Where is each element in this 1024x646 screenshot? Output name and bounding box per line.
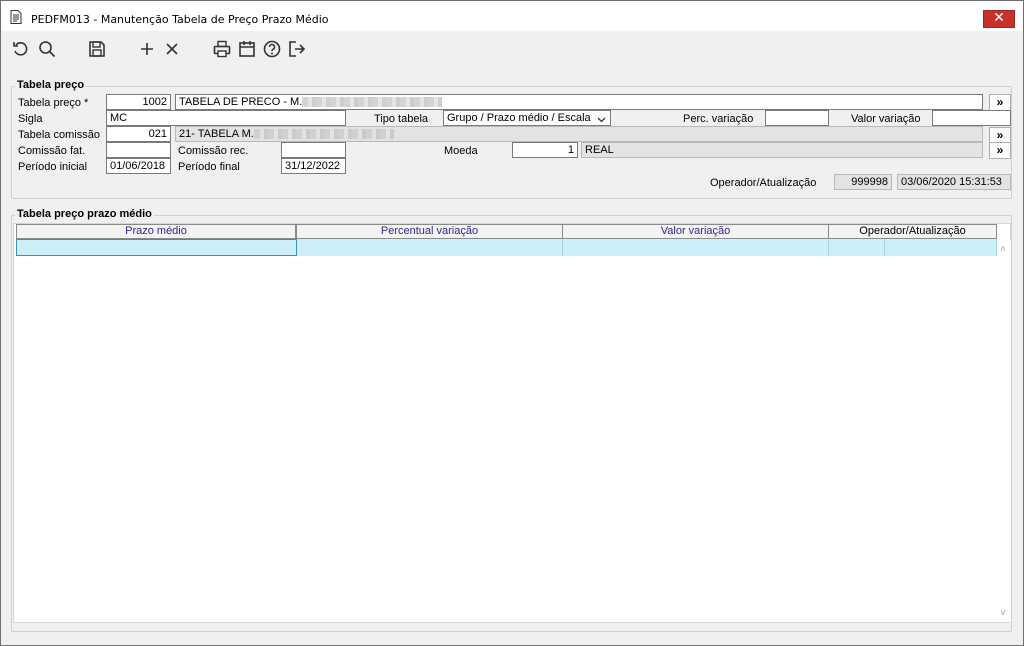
redacted-mark <box>302 97 443 108</box>
grid-scrollbar[interactable]: ˄ ˅ <box>997 240 1011 622</box>
toolbar <box>1 31 1023 65</box>
search-icon[interactable] <box>37 39 57 59</box>
periodo-final-label: Período final <box>178 161 240 173</box>
app-window: PEDFM013 - Manutenção Tabela de Preço Pr… <box>0 0 1024 646</box>
periodo-final-input[interactable]: 31/12/2022 <box>281 158 346 174</box>
tipo-tabela-select[interactable]: Grupo / Prazo médio / Escala <box>443 110 611 126</box>
scroll-down-arrow[interactable]: ˅ <box>1000 608 1006 619</box>
refresh-icon[interactable] <box>11 39 31 59</box>
column-header-percentual-variacao[interactable]: Percentual variação <box>296 224 563 239</box>
moeda-desc-field: REAL <box>581 142 983 158</box>
scroll-up-arrow[interactable]: ˄ <box>1000 244 1006 255</box>
operador-label: Operador/Atualização <box>710 177 817 189</box>
help-icon[interactable] <box>262 39 282 59</box>
comissao-fat-input[interactable] <box>106 142 171 158</box>
sigla-label: Sigla <box>18 113 43 125</box>
comissao-fat-label: Comissão fat. <box>18 145 86 157</box>
tabela-preco-label: Tabela preço * <box>18 97 89 109</box>
grid-cell-valor-variacao[interactable] <box>563 239 829 256</box>
tabela-comissao-desc-field: 21- TABELA M. <box>175 126 983 142</box>
plus-icon[interactable] <box>137 39 157 59</box>
valor-variacao-input[interactable] <box>932 110 1011 126</box>
chevron-down-icon <box>597 114 606 125</box>
calendar-icon[interactable] <box>237 39 257 59</box>
tabela-comissao-code-input[interactable]: 021 <box>106 126 171 142</box>
column-header-prazo-medio[interactable]: Prazo médio <box>16 224 296 239</box>
tabela-preco-desc-field[interactable]: TABELA DE PRECO - M. <box>175 94 983 110</box>
close-icon[interactable] <box>162 39 182 59</box>
moeda-lookup-button[interactable]: » <box>989 142 1011 159</box>
grid-cell-prazo-medio[interactable] <box>16 239 297 256</box>
comissao-rec-input[interactable] <box>281 142 346 158</box>
title-bar: PEDFM013 - Manutenção Tabela de Preço Pr… <box>1 1 1023 31</box>
document-icon <box>10 10 22 24</box>
tabela-preco-desc-text: TABELA DE PRECO - M. <box>179 96 303 108</box>
grid-cell-atualizacao[interactable] <box>885 239 997 256</box>
atualizacao-field: 03/06/2020 15:31:53 <box>897 174 1011 190</box>
moeda-code-input[interactable]: 1 <box>512 142 578 158</box>
tabela-preco-code-input[interactable]: 1002 <box>106 94 171 110</box>
perc-variacao-input[interactable] <box>765 110 829 126</box>
price-table-legend: Tabela preço <box>15 79 87 91</box>
tabela-comissao-label: Tabela comissão <box>18 129 100 141</box>
grid-cell-operador[interactable] <box>829 239 885 256</box>
tabela-comissao-desc-text: 21- TABELA M. <box>179 128 254 140</box>
operador-field: 999998 <box>834 174 892 190</box>
print-icon[interactable] <box>212 39 232 59</box>
sigla-input[interactable]: MC <box>106 110 346 126</box>
prazo-table-legend: Tabela preço prazo médio <box>15 208 154 220</box>
tabela-preco-lookup-button[interactable]: » <box>989 94 1011 111</box>
valor-variacao-label: Valor variação <box>851 113 921 125</box>
periodo-inicial-input[interactable]: 01/06/2018 <box>106 158 171 174</box>
prazo-grid: Prazo médio Percentual variação Valor va… <box>13 223 1011 623</box>
window-title: PEDFM013 - Manutenção Tabela de Preço Pr… <box>31 13 329 26</box>
tipo-tabela-value: Grupo / Prazo médio / Escala <box>447 112 591 124</box>
save-icon[interactable] <box>87 39 107 59</box>
perc-variacao-label: Perc. variação <box>683 113 754 125</box>
moeda-label: Moeda <box>444 145 478 157</box>
redacted-mark <box>253 129 394 140</box>
column-header-operador-atualizacao[interactable]: Operador/Atualização <box>828 224 997 239</box>
column-header-valor-variacao[interactable]: Valor variação <box>562 224 829 239</box>
grid-cell-percentual-variacao[interactable] <box>297 239 563 256</box>
tipo-tabela-label: Tipo tabela <box>374 113 429 125</box>
comissao-rec-label: Comissão rec. <box>178 145 249 157</box>
exit-icon[interactable] <box>287 39 307 59</box>
close-window-button[interactable]: ✕ <box>983 10 1015 28</box>
periodo-inicial-label: Período inicial <box>18 161 88 173</box>
